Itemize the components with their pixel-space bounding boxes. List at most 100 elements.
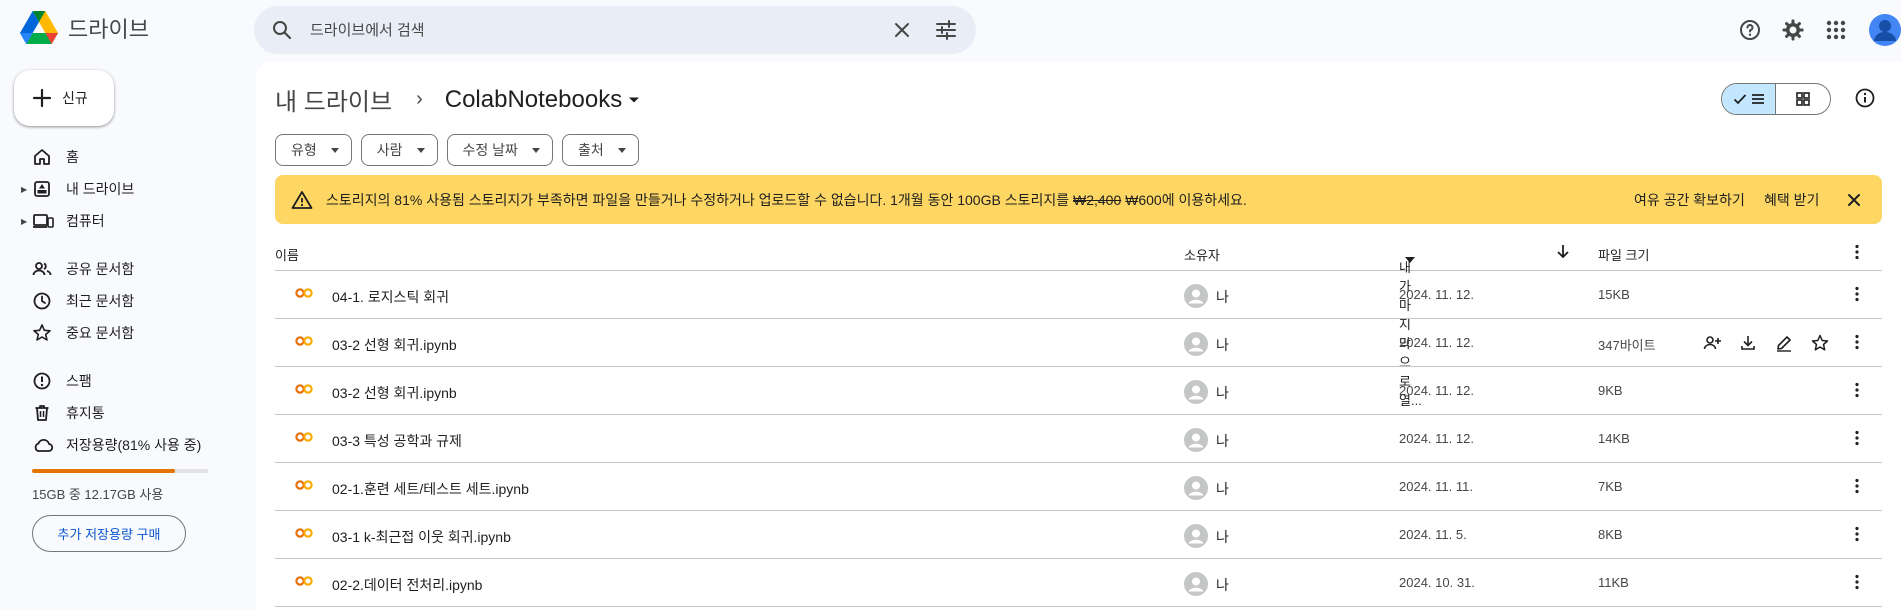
file-size: 7KB	[1598, 479, 1623, 494]
sidebar-item-label: 중요 문서함	[66, 325, 135, 341]
settings-gear-icon[interactable]	[1781, 18, 1805, 42]
last-opened-date: 2024. 11. 12.	[1399, 335, 1474, 350]
share-person-add-icon[interactable]	[1702, 333, 1722, 353]
sidebar-item-shared[interactable]: 공유 문서함	[0, 253, 240, 285]
file-table: 이름 소유자 내가 마지막으로 열... 파일 크기 04-1. 로지스틱 회귀…	[275, 233, 1882, 607]
search-options-icon[interactable]	[934, 18, 958, 42]
more-options-icon[interactable]	[1848, 573, 1866, 591]
folder-name: ColabNotebooks	[444, 85, 623, 113]
owner-name: 나	[1216, 529, 1229, 545]
breadcrumb: 내 드라이브 › ColabNotebooks	[275, 82, 640, 117]
sidebar-item-home[interactable]: 홈	[0, 141, 240, 173]
expand-caret-icon[interactable]: ▶	[21, 185, 27, 194]
shared-icon	[32, 259, 52, 279]
table-row[interactable]: 04-1. 로지스틱 회귀 나 2024. 11. 12. 15KB	[275, 271, 1882, 319]
owner-avatar	[1184, 572, 1208, 596]
table-body: 04-1. 로지스틱 회귀 나 2024. 11. 12. 15KB 03-2 …	[275, 271, 1882, 607]
buy-storage-button[interactable]: 추가 저장용량 구매	[32, 515, 186, 552]
filter-modified-chip[interactable]: 수정 날짜	[446, 134, 553, 166]
search-icon[interactable]	[270, 18, 294, 42]
sort-arrow-down-icon[interactable]	[1554, 242, 1572, 260]
table-row[interactable]: 02-1.훈련 세트/테스트 세트.ipynb 나 2024. 11. 11. …	[275, 463, 1882, 511]
grid-view-icon	[1795, 91, 1811, 107]
main-panel: 내 드라이브 › ColabNotebooks 유형 사람 수정 날짜 출처 스…	[256, 62, 1901, 610]
more-options-icon[interactable]	[1848, 525, 1866, 543]
owner-name: 나	[1216, 337, 1229, 353]
last-opened-date: 2024. 11. 5.	[1399, 527, 1467, 542]
row-hover-actions	[1702, 333, 1830, 353]
warning-icon	[291, 190, 313, 210]
more-options-icon[interactable]	[1848, 477, 1866, 495]
rename-pencil-icon[interactable]	[1774, 333, 1794, 353]
breadcrumb-current-folder[interactable]: ColabNotebooks	[445, 86, 640, 114]
column-header-name[interactable]: 이름	[275, 245, 299, 264]
more-options-icon[interactable]	[1848, 243, 1866, 261]
storage-progress-fill	[32, 469, 175, 473]
free-up-space-button[interactable]: 여유 공간 확보하기	[1634, 190, 1745, 210]
breadcrumb-root[interactable]: 내 드라이브	[275, 82, 392, 117]
sidebar-item-label: 공유 문서함	[66, 261, 135, 277]
storage-progress-bar	[32, 469, 208, 473]
close-icon[interactable]	[1845, 191, 1863, 209]
owner-avatar	[1184, 524, 1208, 548]
sidebar-item-trash[interactable]: 휴지통	[0, 397, 240, 429]
more-options-icon[interactable]	[1848, 333, 1866, 351]
account-avatar[interactable]	[1869, 14, 1901, 46]
dropdown-arrow-icon	[1405, 257, 1415, 263]
sidebar-item-storage[interactable]: 저장용량(81% 사용 중)	[0, 429, 240, 461]
add-star-icon[interactable]	[1810, 333, 1830, 353]
more-options-icon[interactable]	[1848, 429, 1866, 447]
table-row[interactable]: 03-2 선형 회귀.ipynb 나 2024. 11. 12. 9KB	[275, 367, 1882, 415]
filter-type-chip[interactable]: 유형	[275, 134, 352, 166]
table-row[interactable]: 03-3 특성 공학과 규제 나 2024. 11. 12. 14KB	[275, 415, 1882, 463]
file-name: 02-1.훈련 세트/테스트 세트.ipynb	[332, 481, 529, 497]
trash-icon	[32, 403, 52, 423]
file-name: 03-3 특성 공학과 규제	[332, 433, 462, 449]
drive-logo[interactable]: 드라이브	[20, 11, 149, 45]
clear-search-icon[interactable]	[890, 18, 914, 42]
sidebar-item-spam[interactable]: 스팸	[0, 365, 240, 397]
filter-source-chip[interactable]: 출처	[561, 134, 639, 166]
sidebar-item-computers[interactable]: ▶ 컴퓨터	[0, 205, 240, 237]
file-name: 03-2 선형 회귀.ipynb	[332, 337, 457, 353]
download-icon[interactable]	[1738, 333, 1758, 353]
owner-name: 나	[1216, 433, 1229, 449]
search-bar[interactable]	[254, 6, 976, 54]
colab-file-icon	[295, 527, 313, 539]
info-icon[interactable]	[1854, 87, 1876, 109]
new-button[interactable]: 신규	[14, 70, 114, 126]
table-row[interactable]: 03-2 선형 회귀.ipynb 나 2024. 11. 12. 347바이트	[275, 319, 1882, 367]
owner-name: 나	[1216, 289, 1229, 305]
table-header: 이름 소유자 내가 마지막으로 열... 파일 크기	[275, 233, 1882, 408]
grid-view-button[interactable]	[1776, 84, 1830, 114]
owner-name: 나	[1216, 385, 1229, 401]
table-row[interactable]: 02-2.데이터 전처리.ipynb 나 2024. 10. 31. 11KB	[275, 559, 1882, 607]
more-options-icon[interactable]	[1848, 285, 1866, 303]
filter-people-chip[interactable]: 사람	[360, 134, 438, 166]
sidebar-item-starred[interactable]: 중요 문서함	[0, 317, 240, 349]
table-row[interactable]: 03-1 k-최근접 이웃 회귀.ipynb 나 2024. 11. 5. 8K…	[275, 511, 1882, 559]
sidebar-item-label: 홈	[66, 149, 79, 165]
colab-file-icon	[295, 431, 313, 443]
help-icon[interactable]	[1738, 18, 1762, 42]
owner-avatar	[1184, 428, 1208, 452]
column-header-owner: 소유자	[1184, 248, 1220, 263]
sidebar-item-label: 컴퓨터	[66, 213, 105, 229]
sidebar-item-label: 스팸	[66, 373, 92, 389]
get-offer-button[interactable]: 혜택 받기	[1764, 190, 1819, 210]
banner-text: 스토리지가 부족하면 파일을 만들거나 수정하거나 업로드할 수 없습니다. 1…	[464, 191, 1073, 208]
file-size: 347바이트	[1598, 338, 1656, 353]
chevron-right-icon: ›	[416, 88, 423, 110]
expand-caret-icon[interactable]: ▶	[21, 217, 27, 226]
apps-grid-icon[interactable]	[1824, 18, 1848, 42]
list-view-button[interactable]	[1722, 84, 1777, 114]
file-size: 8KB	[1598, 527, 1623, 542]
sidebar-item-recent[interactable]: 최근 문서함	[0, 285, 240, 317]
search-input[interactable]	[310, 18, 870, 42]
sidebar-item-my-drive[interactable]: ▶ 내 드라이브	[0, 173, 240, 205]
app-title: 드라이브	[68, 17, 149, 42]
banner-message: 스토리지의 81% 사용됨 스토리지가 부족하면 파일을 만들거나 수정하거나 …	[326, 190, 1247, 210]
more-options-icon[interactable]	[1848, 381, 1866, 399]
file-name: 02-2.데이터 전처리.ipynb	[332, 577, 483, 593]
sidebar-item-label: 휴지통	[66, 405, 105, 421]
